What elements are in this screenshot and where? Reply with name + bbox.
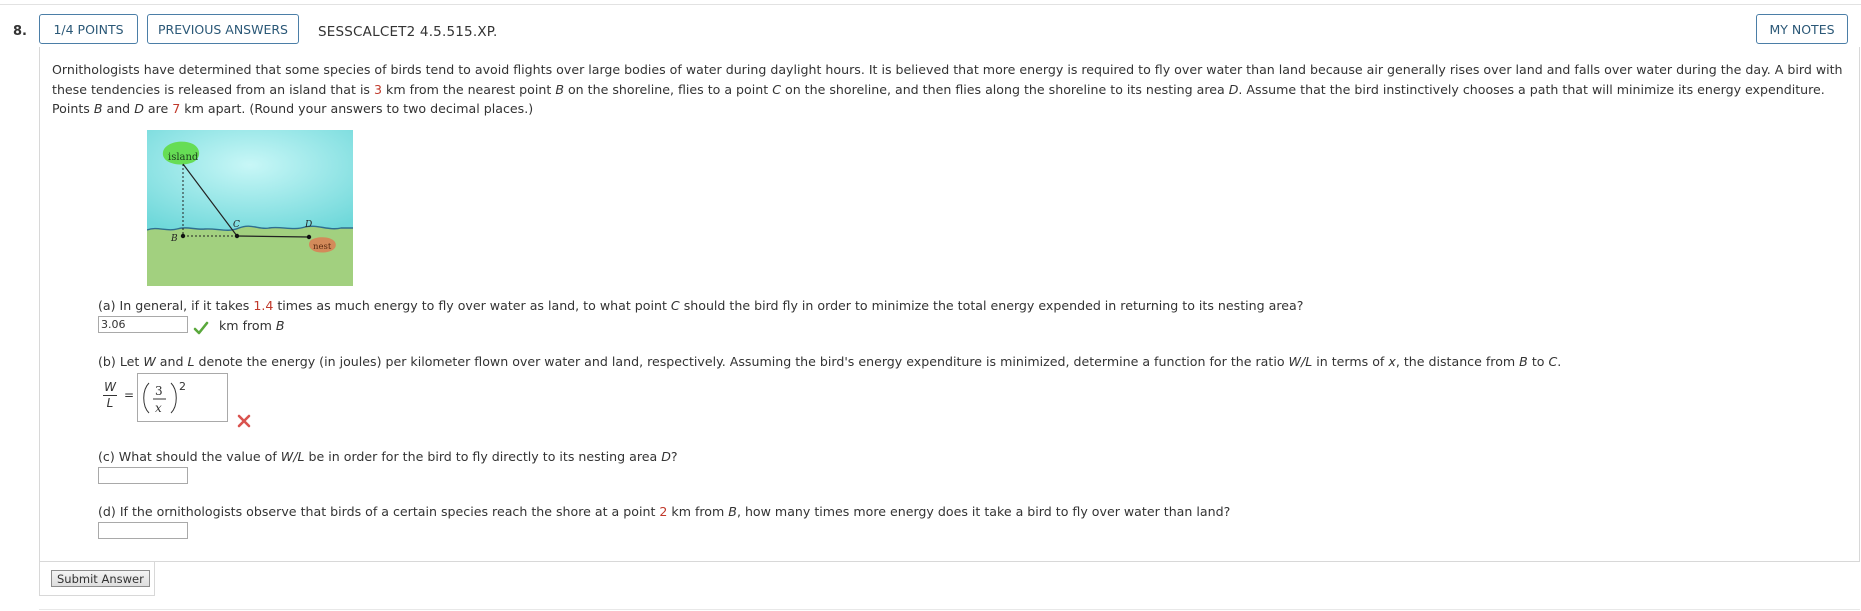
submit-answer-button[interactable]: Submit Answer — [51, 570, 150, 587]
part-a-text: times as much energy to fly over water a… — [273, 298, 671, 313]
answer-numerator: 3 — [155, 384, 163, 398]
island-distance: 3 — [374, 81, 383, 97]
label-d: D — [304, 220, 312, 230]
part-d-question: (d) If the ornithologists observe that b… — [98, 504, 1230, 519]
ratio-wl: W/L — [1288, 354, 1313, 369]
part-c-text: be in order for the bird to fly directly… — [304, 449, 662, 464]
point-d: D — [661, 449, 671, 464]
question-number: 8. — [13, 24, 27, 39]
intro-text: are — [143, 101, 173, 116]
energy-factor: 1.4 — [253, 298, 274, 313]
ratio-wl: W/L — [280, 449, 305, 464]
point-b: B — [275, 318, 285, 333]
my-notes-button[interactable]: MY NOTES — [1756, 14, 1848, 44]
island-label: island — [168, 152, 199, 163]
left-paren — [143, 382, 150, 414]
label-b: B — [170, 234, 178, 244]
points-button[interactable]: 1/4 POINTS — [39, 14, 138, 44]
ratio-denominator: L — [106, 396, 114, 410]
point-b-dot — [180, 233, 186, 239]
part-c-answer-input[interactable] — [98, 467, 188, 484]
part-a-text: should the bird fly in order to minimize… — [679, 298, 1304, 313]
intro-text: on the shoreline, and then flies along t… — [780, 81, 1229, 97]
part-a-units: km from B — [219, 318, 285, 333]
part-b-text: denote the energy (in joules) per kilome… — [194, 354, 1289, 369]
bottom-divider — [39, 609, 1860, 610]
intro-text: and — [102, 101, 135, 116]
bird-path-figure: island nest B C D — [147, 130, 353, 286]
part-c-question: (c) What should the value of W/L be in o… — [98, 449, 678, 464]
units-text: km from — [219, 318, 276, 333]
part-b-text: and — [155, 354, 188, 369]
part-b-text: (b) Let — [98, 354, 144, 369]
previous-answers-button[interactable]: PREVIOUS ANSWERS — [147, 14, 299, 44]
point-c: C — [670, 298, 680, 313]
ratio-numerator: W — [103, 380, 117, 396]
part-b-text: to — [1527, 354, 1549, 369]
part-d-text: (d) If the ornithologists observe that b… — [98, 504, 660, 519]
point-b: B — [728, 504, 737, 519]
part-b-question: (b) Let W and L denote the energy (in jo… — [98, 354, 1561, 369]
land-area — [147, 226, 353, 286]
point-d-dot — [306, 234, 312, 240]
point-b: B — [555, 81, 564, 97]
point-d: D — [1228, 81, 1239, 97]
intro-text: on the shoreline, flies to a point — [563, 81, 773, 97]
var-x: x — [1388, 354, 1396, 369]
part-b-text: , the distance from — [1395, 354, 1520, 369]
part-b-text: in terms of — [1312, 354, 1389, 369]
part-a-question: (a) In general, if it takes 1.4 times as… — [98, 298, 1303, 313]
part-d-text: km from — [667, 504, 729, 519]
ratio-fraction-label: WL — [103, 380, 117, 411]
part-c-text: ? — [670, 449, 678, 464]
var-l: L — [187, 354, 195, 369]
top-divider — [0, 4, 1861, 5]
nest-label: nest — [313, 242, 332, 252]
point-b: B — [1519, 354, 1528, 369]
incorrect-x-icon — [237, 414, 251, 428]
answer-denominator: x — [155, 401, 162, 415]
problem-statement: Ornithologists have determined that some… — [52, 60, 1852, 119]
part-d-text: , how many times more energy does it tak… — [736, 504, 1231, 519]
point-c: C — [772, 81, 781, 97]
part-d-answer-input[interactable] — [98, 522, 188, 539]
intro-text: km from the nearest point — [382, 81, 556, 97]
part-b-math-input[interactable]: 3 x 2 — [137, 373, 228, 422]
math-expression: 3 x 2 — [143, 380, 186, 415]
equals-sign: = — [124, 388, 135, 402]
right-paren — [170, 382, 177, 414]
correct-check-icon — [193, 321, 209, 335]
answer-exponent: 2 — [179, 380, 186, 393]
question-code: SESSCALCET2 4.5.515.XP. — [318, 24, 498, 40]
intro-text: km apart. (Round your answers to two dec… — [180, 101, 534, 116]
point-d: D — [134, 101, 144, 116]
part-c-text: (c) What should the value of — [98, 449, 281, 464]
point-c: C — [1548, 354, 1558, 369]
part-a-text: (a) In general, if it takes — [98, 298, 254, 313]
part-b-text: . — [1557, 354, 1562, 369]
label-c: C — [233, 220, 240, 230]
part-a-answer-input[interactable] — [98, 316, 188, 333]
point-c-dot — [234, 233, 240, 239]
var-w: W — [143, 354, 156, 369]
